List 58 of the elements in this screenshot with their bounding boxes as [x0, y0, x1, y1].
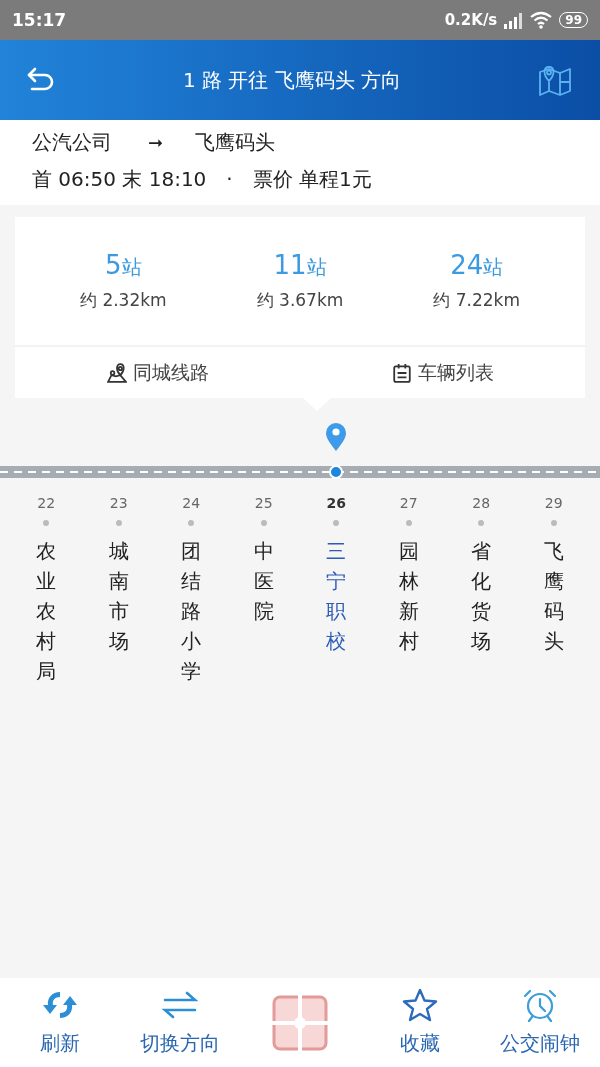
- wifi-icon: [529, 11, 554, 29]
- stop-number: 27: [399, 495, 418, 511]
- stop-dot: [405, 520, 412, 526]
- stop-count: 5: [105, 250, 122, 280]
- stop-count: 11: [273, 250, 307, 280]
- destination-stop: 飞鹰码头: [195, 128, 276, 156]
- stop-name[interactable]: 省化货场: [471, 536, 492, 656]
- stop-number: 22: [37, 495, 56, 511]
- distance-text: 约 2.32km: [80, 289, 167, 312]
- stop-dot: [478, 520, 485, 526]
- stop-name[interactable]: 团结路小学: [181, 536, 202, 686]
- stop-number: 28: [472, 495, 491, 511]
- stop-name[interactable]: 农业农村局: [36, 536, 57, 686]
- stop-count: 24: [450, 250, 484, 280]
- back-icon[interactable]: [26, 67, 56, 93]
- distance-text: 约 3.67km: [256, 289, 344, 312]
- tab-label[interactable]: 公交闹钟: [500, 1030, 580, 1057]
- page-title: 1 路 开往 飞鹰码头 方向: [181, 66, 403, 94]
- map-pin-icon: [106, 362, 127, 383]
- tab-label[interactable]: 刷新: [40, 1030, 80, 1057]
- stop-name[interactable]: 三宁职校: [326, 536, 347, 656]
- status-time: 15:17: [12, 10, 67, 30]
- origin-stop: 公汽公司: [32, 128, 112, 156]
- stop-dot: [260, 520, 267, 526]
- distance-text: 约 7.22km: [433, 289, 520, 312]
- route-link[interactable]: 车辆列表: [417, 359, 494, 386]
- stop-dot: [188, 520, 195, 526]
- stop-name[interactable]: 中医院: [253, 536, 274, 626]
- network-speed: 0.2K/s: [444, 11, 498, 29]
- stop-number: 24: [182, 495, 201, 511]
- current-position-dot: [329, 465, 344, 479]
- stop-unit: 站: [121, 255, 142, 279]
- stop-number: 26: [326, 495, 346, 511]
- stop-name[interactable]: 园林新村: [398, 536, 419, 656]
- service-hours: 首 06:50 末 18:10: [32, 165, 207, 193]
- signal-icon: [503, 11, 524, 29]
- fare-info: 票价 单程1元: [252, 165, 372, 193]
- tab-label[interactable]: 切换方向: [140, 1030, 220, 1057]
- stop-number: 29: [544, 495, 563, 511]
- stop-dot: [43, 520, 50, 526]
- scan-button-icon[interactable]: [271, 993, 329, 1052]
- tab-label[interactable]: 收藏: [400, 1030, 440, 1057]
- calendar-icon: [391, 362, 412, 383]
- stop-unit: 站: [483, 255, 504, 279]
- stop-dot: [333, 520, 340, 526]
- stop-dot: [550, 520, 557, 526]
- stop-dot: [115, 520, 122, 526]
- stop-number: 25: [254, 495, 273, 511]
- stop-unit: 站: [306, 255, 327, 279]
- route-link[interactable]: 同城线路: [132, 359, 209, 386]
- stop-name[interactable]: 城南市场: [108, 536, 129, 656]
- arrow-icon: ➞: [148, 131, 164, 153]
- star-icon[interactable]: [400, 988, 440, 1022]
- map-icon[interactable]: [538, 64, 572, 96]
- separator-dot: ·: [226, 167, 233, 191]
- location-pin-icon: [325, 422, 348, 452]
- stop-number: 23: [109, 495, 128, 511]
- stop-name[interactable]: 飞鹰码头: [543, 536, 564, 656]
